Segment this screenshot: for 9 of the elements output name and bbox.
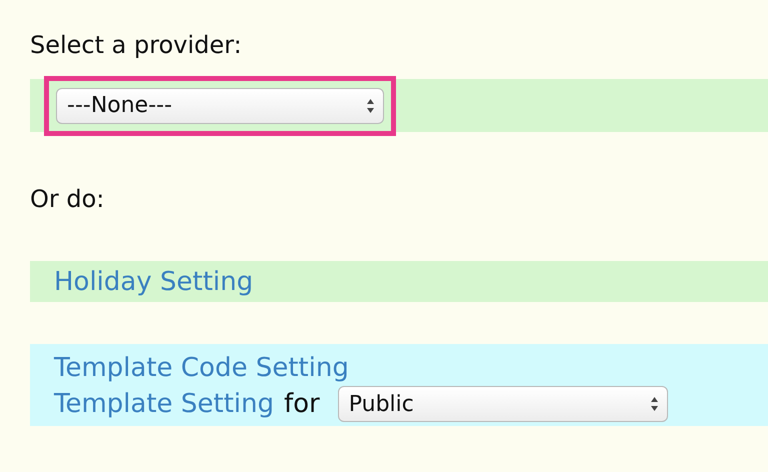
for-label: for (284, 389, 320, 419)
up-down-arrows-icon (366, 98, 375, 114)
provider-label: Select a provider: (29, 30, 243, 60)
up-down-arrows-icon (650, 396, 659, 412)
template-code-setting-link[interactable]: Template Code Setting (54, 350, 349, 386)
dropdown[interactable]: Public (338, 386, 668, 422)
dropdown[interactable]: ---None--- (56, 88, 384, 124)
template-setting-link[interactable]: Template Setting (54, 386, 274, 422)
alternative-label: Or do: (29, 184, 106, 214)
